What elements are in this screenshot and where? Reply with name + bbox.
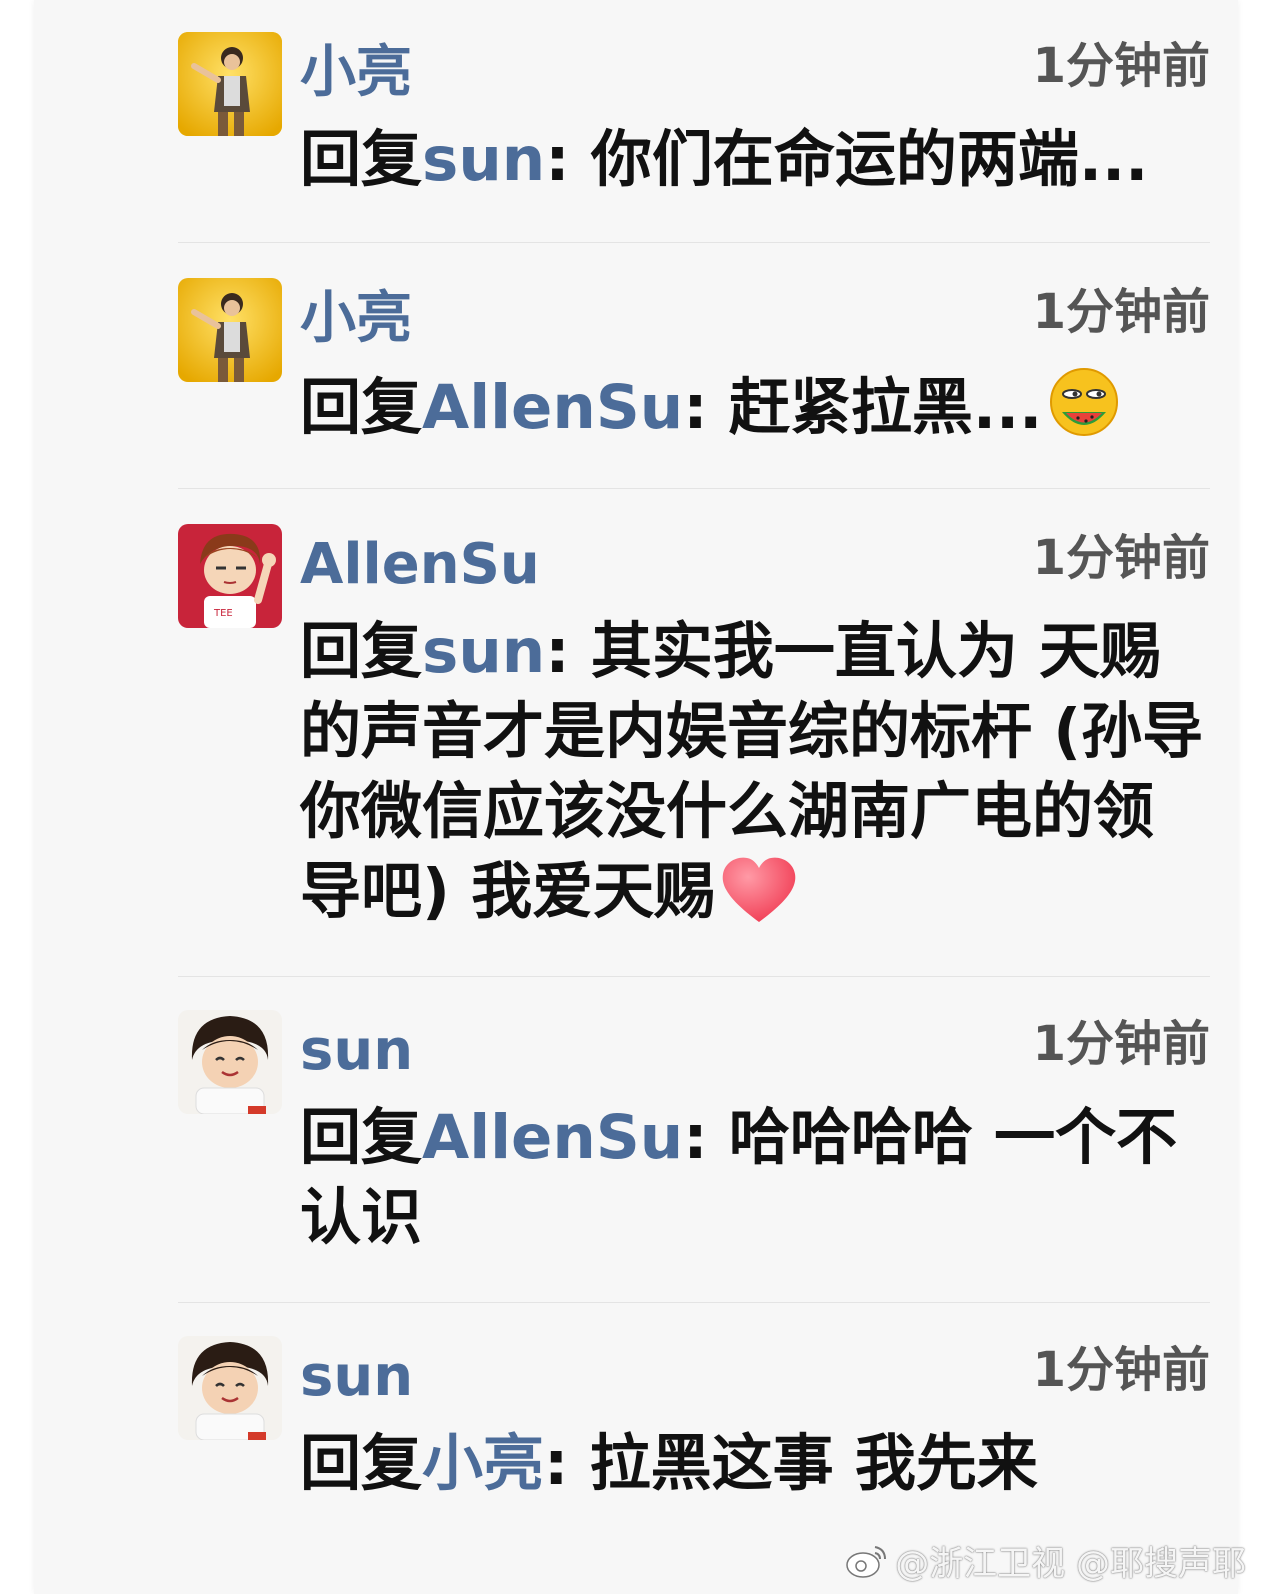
comment-username[interactable]: 小亮 [300, 36, 412, 110]
avatar[interactable] [178, 278, 282, 382]
comment-body: 回复sun: 其实我一直认为 天赐的声音才是内娱音综的标杆 (孙导你微信应该没什… [300, 612, 1210, 946]
comment-text: : 拉黑这事 我先来 [544, 1428, 1038, 1499]
reply-prefix: 回复 [300, 1428, 423, 1499]
avatar[interactable] [178, 1336, 282, 1440]
reply-prefix: 回复 [300, 124, 423, 195]
avatar[interactable] [178, 32, 282, 136]
comment-item: sun 1分钟前 回复AllenSu: 哈哈哈哈 一个不认识 [178, 1010, 1210, 1303]
heart-icon [719, 856, 799, 946]
comment-timestamp: 1分钟前 [1032, 1016, 1210, 1072]
comment-timestamp: 1分钟前 [1032, 38, 1210, 94]
comment-timestamp: 1分钟前 [1032, 530, 1210, 586]
comment-username[interactable]: sun [300, 1014, 413, 1088]
reply-prefix: 回复 [300, 372, 423, 443]
comment-timestamp: 1分钟前 [1032, 1342, 1210, 1398]
weibo-logo-icon [845, 1543, 889, 1588]
comment-item: 小亮 1分钟前 回复AllenSu: 赶紧拉黑... [178, 278, 1210, 489]
singer-avatar-icon [178, 278, 282, 382]
reply-prefix: 回复 [300, 1102, 423, 1173]
comment-text: : 赶紧拉黑... [683, 372, 1043, 443]
comment-item: sun 1分钟前 回复小亮: 拉黑这事 我先来 [178, 1336, 1210, 1536]
mention-link[interactable]: AllenSu [422, 1102, 683, 1173]
comment-body: 回复小亮: 拉黑这事 我先来 [300, 1424, 1210, 1504]
child-avatar-icon [178, 1010, 282, 1114]
avatar[interactable]: TEE [178, 524, 282, 628]
mention-link[interactable]: AllenSu [422, 372, 683, 443]
comment-body: 回复sun: 你们在命运的两端... [300, 120, 1210, 200]
comment-timestamp: 1分钟前 [1032, 284, 1210, 340]
avatar[interactable] [178, 1010, 282, 1114]
child-avatar-icon [178, 1336, 282, 1440]
comment-username[interactable]: sun [300, 1340, 413, 1414]
watermark: @浙江卫视 @耶搜声耶 [845, 1536, 1246, 1588]
cartoon-boy-avatar-icon: TEE [178, 524, 282, 628]
comment-item: TEE AllenSu 1分钟前 回复sun: 其实我一直认为 天赐的声音才是内… [178, 524, 1210, 977]
singer-avatar-icon [178, 32, 282, 136]
comment-body: 回复AllenSu: 赶紧拉黑... [300, 366, 1210, 462]
mention-link[interactable]: sun [422, 616, 545, 687]
comment-username[interactable]: 小亮 [300, 282, 412, 356]
watermark-text: @浙江卫视 @耶搜声耶 [895, 1544, 1246, 1584]
comment-username[interactable]: AllenSu [300, 528, 540, 602]
svg-text:TEE: TEE [213, 608, 233, 619]
comment-body: 回复AllenSu: 哈哈哈哈 一个不认识 [300, 1098, 1210, 1258]
reply-prefix: 回复 [300, 616, 423, 687]
watermelon-eating-face-icon [1046, 366, 1122, 462]
mention-link[interactable]: sun [422, 124, 545, 195]
comment-list-screen: 小亮 1分钟前 回复sun: 你们在命运的两端... 小亮 1分钟前 回复All… [34, 0, 1238, 1594]
comment-item: 小亮 1分钟前 回复sun: 你们在命运的两端... [178, 32, 1210, 243]
comment-text: : 你们在命运的两端... [545, 124, 1149, 195]
mention-link[interactable]: 小亮 [422, 1428, 544, 1499]
